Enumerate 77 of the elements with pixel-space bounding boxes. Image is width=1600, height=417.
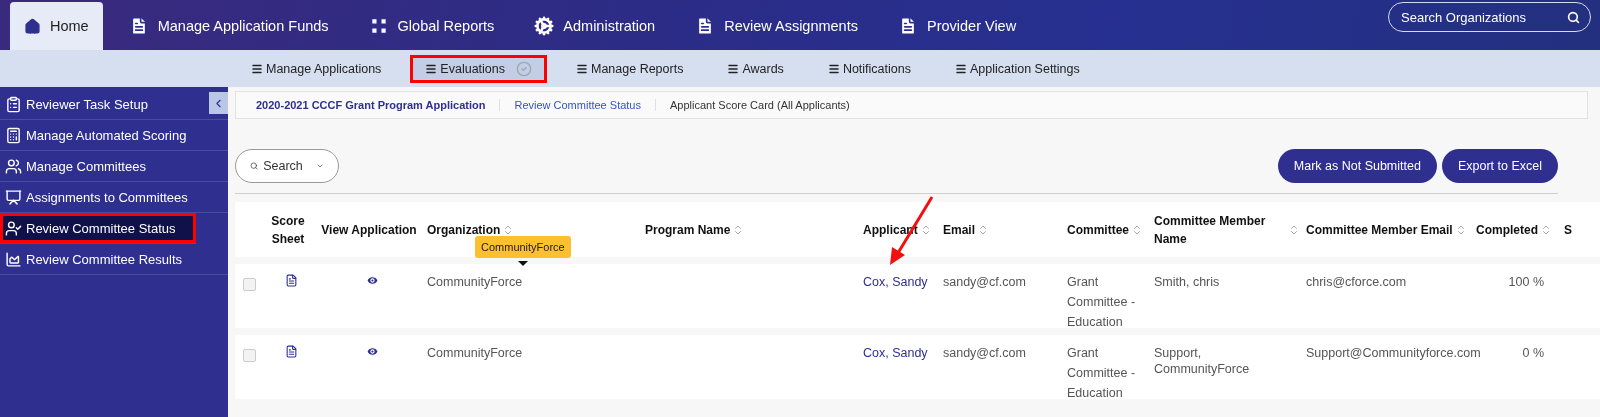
table-cell-text: Smith, chris	[1154, 274, 1221, 290]
nav-tab[interactable]: Manage Application Funds	[114, 2, 343, 50]
table-cell-text: sandy@cf.com	[943, 274, 1027, 290]
sort-icon[interactable]	[1540, 223, 1552, 236]
area-chart-icon	[5, 250, 22, 268]
column-header: Organization	[427, 221, 501, 239]
sidebar-item[interactable]: Reviewer Task Setup	[0, 89, 228, 120]
table-cell-text: 100 %	[1507, 274, 1545, 290]
column-header: View Application	[321, 221, 417, 239]
breadcrumb-item[interactable]: 2020-2021 CCCF Grant Program Application	[236, 99, 501, 111]
menu-icon	[954, 62, 967, 75]
menu-item[interactable]: Manage Applications	[236, 54, 397, 83]
checkbox[interactable]	[243, 278, 256, 291]
applicant-link[interactable]: Cox, Sandy	[863, 346, 928, 360]
menu-icon	[425, 62, 438, 75]
menu-icon	[727, 62, 740, 75]
menu-item[interactable]: Application Settings	[939, 54, 1095, 83]
table-cell-text: CommunityForce	[427, 274, 524, 290]
nav-tab[interactable]: Provider View	[883, 2, 1031, 50]
sidebar-item[interactable]: Manage Automated Scoring	[0, 120, 228, 151]
column-header: Completed	[1476, 221, 1538, 239]
table-cell-text: chris@cforce.com	[1306, 274, 1408, 290]
document-icon[interactable]	[284, 345, 298, 358]
sort-icon[interactable]	[1131, 223, 1143, 236]
users-icon	[5, 157, 22, 175]
column-header: S	[1564, 221, 1572, 239]
column-header: Email	[943, 221, 975, 239]
clipboard-icon	[5, 95, 22, 113]
menu-item[interactable]: Manage Reports	[561, 54, 699, 83]
home-icon	[24, 17, 41, 35]
column-header: Committee Member Email	[1306, 221, 1453, 239]
menu-icon	[251, 62, 263, 75]
applicant-link[interactable]: Cox, Sandy	[863, 275, 928, 289]
tooltip-pointer-icon	[518, 261, 528, 266]
column-header: Score Sheet	[270, 212, 306, 248]
nav-tab[interactable]: Review Assignments	[681, 2, 872, 50]
nav-tab[interactable]: Home	[10, 2, 103, 50]
search-button[interactable]: Search	[235, 149, 339, 183]
collapse-button[interactable]	[209, 92, 228, 114]
document-icon[interactable]	[284, 274, 298, 287]
sort-icon[interactable]	[1288, 223, 1300, 236]
nav-tab[interactable]: Global Reports	[354, 2, 509, 50]
board-icon	[5, 188, 22, 206]
breadcrumb-item[interactable]: Review Committee Status	[500, 99, 656, 111]
column-header: Committee	[1067, 221, 1129, 239]
sidebar-item[interactable]: Manage Committees	[0, 151, 228, 182]
sidebar-item[interactable]: Review Committee Results	[0, 244, 228, 275]
column-header: Program Name	[645, 221, 731, 239]
sort-icon[interactable]	[977, 223, 989, 236]
search-icon	[250, 160, 259, 172]
table-cell-text: Grant Committee - Education	[1067, 274, 1137, 331]
table-cell-text: sandy@cf.com	[943, 345, 1027, 361]
action-button[interactable]: Mark as Not Submitted	[1277, 149, 1437, 183]
eye-icon[interactable]	[365, 345, 379, 358]
search-field[interactable]: Search Organizations	[1399, 8, 1567, 26]
nav-tab[interactable]: Administration	[520, 2, 670, 50]
menu-icon	[827, 62, 840, 75]
eye-icon[interactable]	[365, 274, 379, 287]
sidebar-item[interactable]: Review Committee Status	[0, 213, 196, 244]
column-header: Committee Member Name	[1154, 212, 1267, 248]
tooltip: CommunityForce	[475, 236, 571, 258]
breadcrumb-item: Applicant Score Card (All Applicants)	[669, 99, 851, 111]
checkbox[interactable]	[243, 349, 256, 362]
menu-icon	[576, 62, 588, 75]
table-cell-text: Support, CommunityForce	[1154, 345, 1251, 377]
gears-icon	[534, 16, 555, 36]
menu-item[interactable]: Awards	[712, 54, 799, 83]
action-button[interactable]: Export to Excel	[1441, 149, 1558, 183]
check-circle-icon	[516, 60, 532, 77]
search-icon[interactable]	[1567, 10, 1580, 24]
grid-icon	[368, 16, 389, 36]
table-cell-text: CommunityForce	[427, 345, 524, 361]
user-check-icon	[5, 219, 22, 237]
menu-item[interactable]: Notifications	[812, 54, 926, 83]
calculator-icon	[5, 126, 22, 144]
menu-item[interactable]: Evaluations	[410, 54, 547, 83]
table-cell-text: Grant Committee - Education	[1067, 345, 1137, 402]
